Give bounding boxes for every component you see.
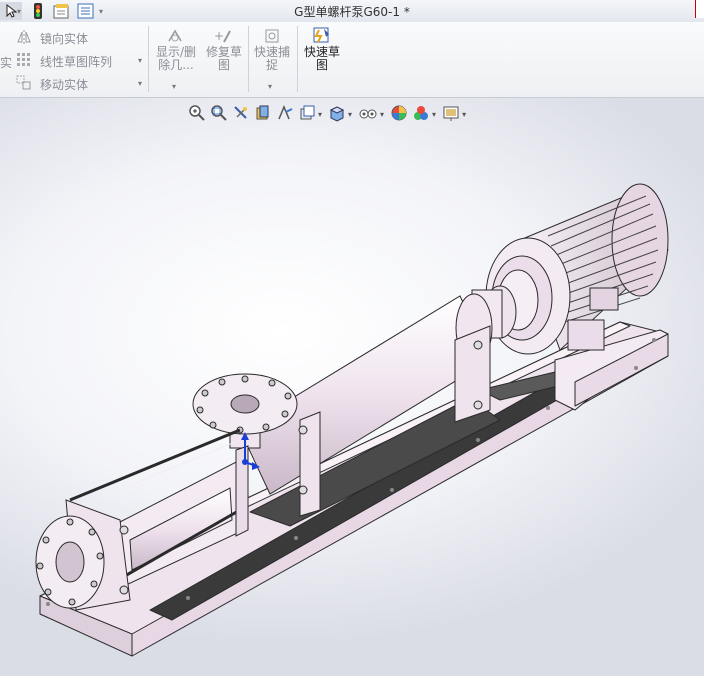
quick-snaps-button[interactable]: 快速捕捉 ▾ <box>252 26 292 92</box>
display-delete-label: 显示/删 除几... <box>155 45 197 72</box>
zoom-to-fit-icon[interactable] <box>188 104 206 125</box>
command-ribbon: 实 镜向实体 线性草图阵列 ▾ 移动实体 ▾ 显示/删 除几... ▾ + 修复草… <box>0 22 704 98</box>
ribbon-separator <box>297 26 298 92</box>
linear-pattern-icon <box>16 52 32 71</box>
previous-view-icon[interactable] <box>232 104 250 125</box>
heads-up-view-toolbar: ▾ ▾ ▾ ▾ ▾ <box>188 104 468 125</box>
repair-sketch-label: 修复草图 <box>205 45 242 72</box>
discharge-flange <box>35 499 131 611</box>
move-entities-icon <box>16 75 32 94</box>
pump-model <box>35 183 669 657</box>
rapid-sketch-label: 快速草图 <box>303 45 340 72</box>
mirror-label: 镜向实体 <box>40 32 89 46</box>
dynamic-annotation-icon[interactable] <box>276 104 294 125</box>
move-label: 移动实体 <box>40 78 89 92</box>
ribbon-separator <box>248 26 249 92</box>
display-style-icon[interactable] <box>328 104 346 125</box>
linear-pattern-label: 线性草图阵列 <box>40 55 113 69</box>
ribbon-separator <box>148 26 149 92</box>
window-title: G型单螺杆泵G60-1 * <box>294 5 410 19</box>
view-orientation-icon[interactable] <box>298 104 316 125</box>
rapid-sketch-button[interactable]: 快速草图 <box>300 26 344 86</box>
title-bar: ▾ ▾ G型单螺杆泵G60-1 * <box>0 0 704 23</box>
section-view-icon[interactable] <box>254 104 272 125</box>
rapid-sketch-icon <box>313 26 331 47</box>
cut-label-partial: 实 <box>0 56 13 70</box>
view-orientation-dropdown-icon[interactable]: ▾ <box>318 110 322 119</box>
view-settings-icon[interactable] <box>442 104 460 125</box>
display-delete-dropdown-icon[interactable]: ▾ <box>172 82 176 91</box>
linear-pattern-dropdown-icon[interactable]: ▾ <box>138 56 142 65</box>
display-delete-relations-button[interactable]: 显示/删 除几... ▾ <box>152 26 198 92</box>
quick-snaps-dropdown-icon[interactable]: ▾ <box>268 82 272 91</box>
svg-text:+: + <box>214 29 224 43</box>
quick-snaps-label: 快速捕捉 <box>253 45 290 72</box>
mirror-entities-button[interactable]: 镜向实体 <box>14 28 144 46</box>
window-control-edge[interactable] <box>695 0 704 18</box>
view-settings-dropdown-icon[interactable]: ▾ <box>462 110 466 119</box>
mirror-icon <box>16 29 32 48</box>
zoom-to-area-icon[interactable] <box>210 104 228 125</box>
hide-show-dropdown-icon[interactable]: ▾ <box>380 110 384 119</box>
apply-scene-icon[interactable] <box>412 104 430 125</box>
move-dropdown-icon[interactable]: ▾ <box>138 79 142 88</box>
apply-scene-dropdown-icon[interactable]: ▾ <box>432 110 436 119</box>
display-style-dropdown-icon[interactable]: ▾ <box>348 110 352 119</box>
repair-sketch-button[interactable]: + 修复草图 <box>204 26 244 92</box>
move-entities-button[interactable]: 移动实体 ▾ <box>14 74 148 92</box>
edit-appearance-icon[interactable] <box>390 104 408 125</box>
linear-sketch-pattern-button[interactable]: 线性草图阵列 ▾ <box>14 51 148 69</box>
graphics-viewport[interactable] <box>0 98 704 676</box>
hide-show-items-icon[interactable] <box>358 104 378 125</box>
